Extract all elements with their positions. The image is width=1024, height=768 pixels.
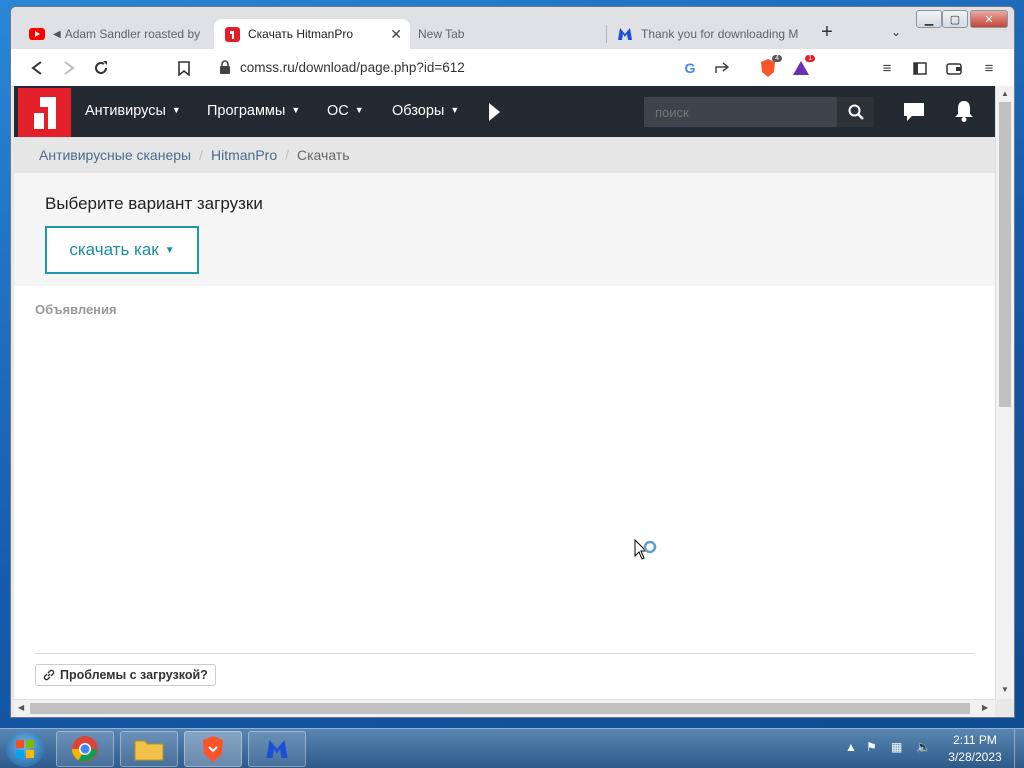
folder-icon	[134, 740, 164, 761]
nav-os[interactable]: ОС ▼	[327, 103, 364, 119]
malwarebytes-icon	[617, 26, 633, 42]
clock-time: 2:11 PM	[953, 733, 997, 747]
breadcrumb: Антивирусные сканеры / HitmanPro / Скачать	[14, 137, 995, 173]
brave-icon	[203, 736, 223, 762]
shields-badge: 4	[772, 55, 782, 62]
tab-new-tab[interactable]: New Tab	[408, 19, 598, 49]
browser-window: ◀ Adam Sandler roasted by Скачать Hitman…	[10, 6, 1015, 718]
chevron-down-icon: ▼	[164, 244, 175, 256]
nav-reviews[interactable]: Обзоры ▼	[392, 103, 459, 119]
browser-toolbar: comss.ru/download/page.php?id=612 G 4 1 …	[11, 49, 1014, 87]
tab-title: Adam Sandler roasted by	[64, 27, 201, 41]
taskbar: ▲ ⚑ ▦ 🔈 2:11 PM 3/28/2023	[0, 728, 1024, 768]
vertical-scroll-thumb[interactable]	[999, 102, 1011, 407]
breadcrumb-current: Скачать	[297, 147, 350, 163]
malwarebytes-icon	[266, 740, 288, 758]
minimize-button[interactable]: ▁	[916, 10, 942, 28]
taskbar-chrome[interactable]	[56, 731, 114, 767]
address-bar[interactable]: comss.ru/download/page.php?id=612	[240, 60, 465, 75]
forward-button[interactable]	[59, 58, 79, 78]
bookmark-icon[interactable]	[174, 58, 194, 78]
download-problems-label: Проблемы с загрузкой?	[60, 668, 208, 682]
download-panel: Выберите вариант загрузки скачать как ▼	[14, 173, 995, 286]
maximize-button[interactable]: ▢	[942, 10, 968, 28]
tab-malwarebytes[interactable]: Thank you for downloading M	[607, 19, 799, 49]
busy-cursor-icon	[634, 538, 662, 568]
sidebar-icon[interactable]	[910, 58, 930, 78]
nav-label: ОС	[327, 103, 349, 119]
action-center-icon[interactable]: ⚑	[866, 740, 877, 754]
lock-icon[interactable]	[219, 60, 231, 74]
vertical-scrollbar[interactable]: ▲ ▼	[995, 86, 1014, 699]
taskbar-brave[interactable]	[184, 731, 242, 767]
search-button[interactable]	[837, 97, 874, 127]
download-problems-button[interactable]: Проблемы с загрузкой?	[35, 664, 216, 686]
tray-expand-icon[interactable]: ▲	[845, 740, 857, 754]
ads-label: Объявления	[35, 302, 117, 317]
breadcrumb-link[interactable]: HitmanPro	[211, 147, 277, 163]
web-page: Антивирусы▼ Программы▼ ОС▼ Обзоры▼ Антив…	[14, 86, 995, 699]
volume-muted-icon[interactable]: 🔈	[916, 740, 931, 754]
tab-hitmanpro[interactable]: Скачать HitmanPro ✕	[214, 19, 410, 49]
search-input[interactable]	[644, 97, 837, 127]
brave-shields-icon[interactable]: 4	[758, 55, 782, 78]
playlist-icon[interactable]: ≡	[877, 58, 897, 78]
scroll-left-icon[interactable]: ◀	[18, 703, 24, 712]
comss-logo[interactable]	[18, 88, 71, 137]
scroll-up-icon[interactable]: ▲	[1001, 89, 1009, 98]
rewards-badge: 1	[805, 55, 815, 62]
start-button[interactable]	[6, 731, 44, 767]
download-as-button[interactable]: скачать как ▼	[45, 226, 199, 274]
site-navbar: Антивирусы ▼ Программы ▼ ОС ▼ Обзоры ▼	[14, 86, 995, 137]
network-icon[interactable]: ▦	[891, 740, 902, 754]
brave-rewards-icon[interactable]: 1	[791, 55, 815, 78]
horizontal-scrollbar[interactable]: ◀ ▶	[14, 699, 995, 717]
youtube-icon	[29, 26, 45, 42]
chat-icon[interactable]	[903, 102, 925, 127]
taskbar-malwarebytes[interactable]	[248, 731, 306, 767]
tab-title: Скачать HitmanPro	[248, 27, 354, 41]
scroll-down-icon[interactable]: ▼	[1001, 685, 1009, 694]
comss-icon	[224, 26, 240, 42]
menu-icon[interactable]: ≡	[979, 58, 999, 78]
wallet-icon[interactable]	[944, 58, 964, 78]
tab-search-chevron-icon[interactable]: ⌄	[891, 25, 901, 39]
close-window-button[interactable]: ✕	[970, 10, 1008, 28]
nav-more-arrow-icon[interactable]	[489, 103, 500, 121]
divider	[35, 653, 975, 654]
horizontal-scroll-thumb[interactable]	[30, 703, 970, 714]
download-heading: Выберите вариант загрузки	[45, 194, 263, 213]
tab-strip: ◀ Adam Sandler roasted by Скачать Hitman…	[11, 7, 1014, 49]
link-icon	[43, 669, 55, 681]
nav-label: Антивирусы	[85, 103, 166, 119]
scroll-right-icon[interactable]: ▶	[982, 703, 988, 712]
nav-antivirus[interactable]: Антивирусы ▼	[85, 103, 181, 119]
share-icon[interactable]	[712, 58, 732, 78]
tab-youtube[interactable]: ◀ Adam Sandler roasted by	[19, 19, 214, 49]
back-button[interactable]	[27, 58, 47, 78]
nav-label: Обзоры	[392, 103, 445, 119]
tab-title: Thank you for downloading M	[641, 27, 799, 41]
nav-programs[interactable]: Программы ▼	[207, 103, 300, 119]
breadcrumb-link[interactable]: Антивирусные сканеры	[39, 147, 191, 163]
download-as-label: скачать как	[69, 240, 159, 259]
chrome-icon	[71, 736, 98, 762]
reload-button[interactable]	[91, 58, 111, 78]
tab-title: New Tab	[418, 27, 465, 41]
search-icon	[848, 104, 864, 120]
audio-icon[interactable]: ◀	[53, 29, 61, 40]
nav-label: Программы	[207, 103, 286, 119]
bell-icon[interactable]	[954, 100, 974, 127]
google-icon[interactable]: G	[680, 58, 700, 78]
new-tab-button[interactable]: +	[816, 21, 838, 44]
show-desktop-button[interactable]	[1014, 729, 1024, 768]
clock-date: 3/28/2023	[948, 750, 1002, 764]
system-clock[interactable]: 2:11 PM 3/28/2023	[940, 732, 1010, 766]
close-tab-icon[interactable]: ✕	[390, 26, 402, 43]
taskbar-explorer[interactable]	[120, 731, 178, 767]
